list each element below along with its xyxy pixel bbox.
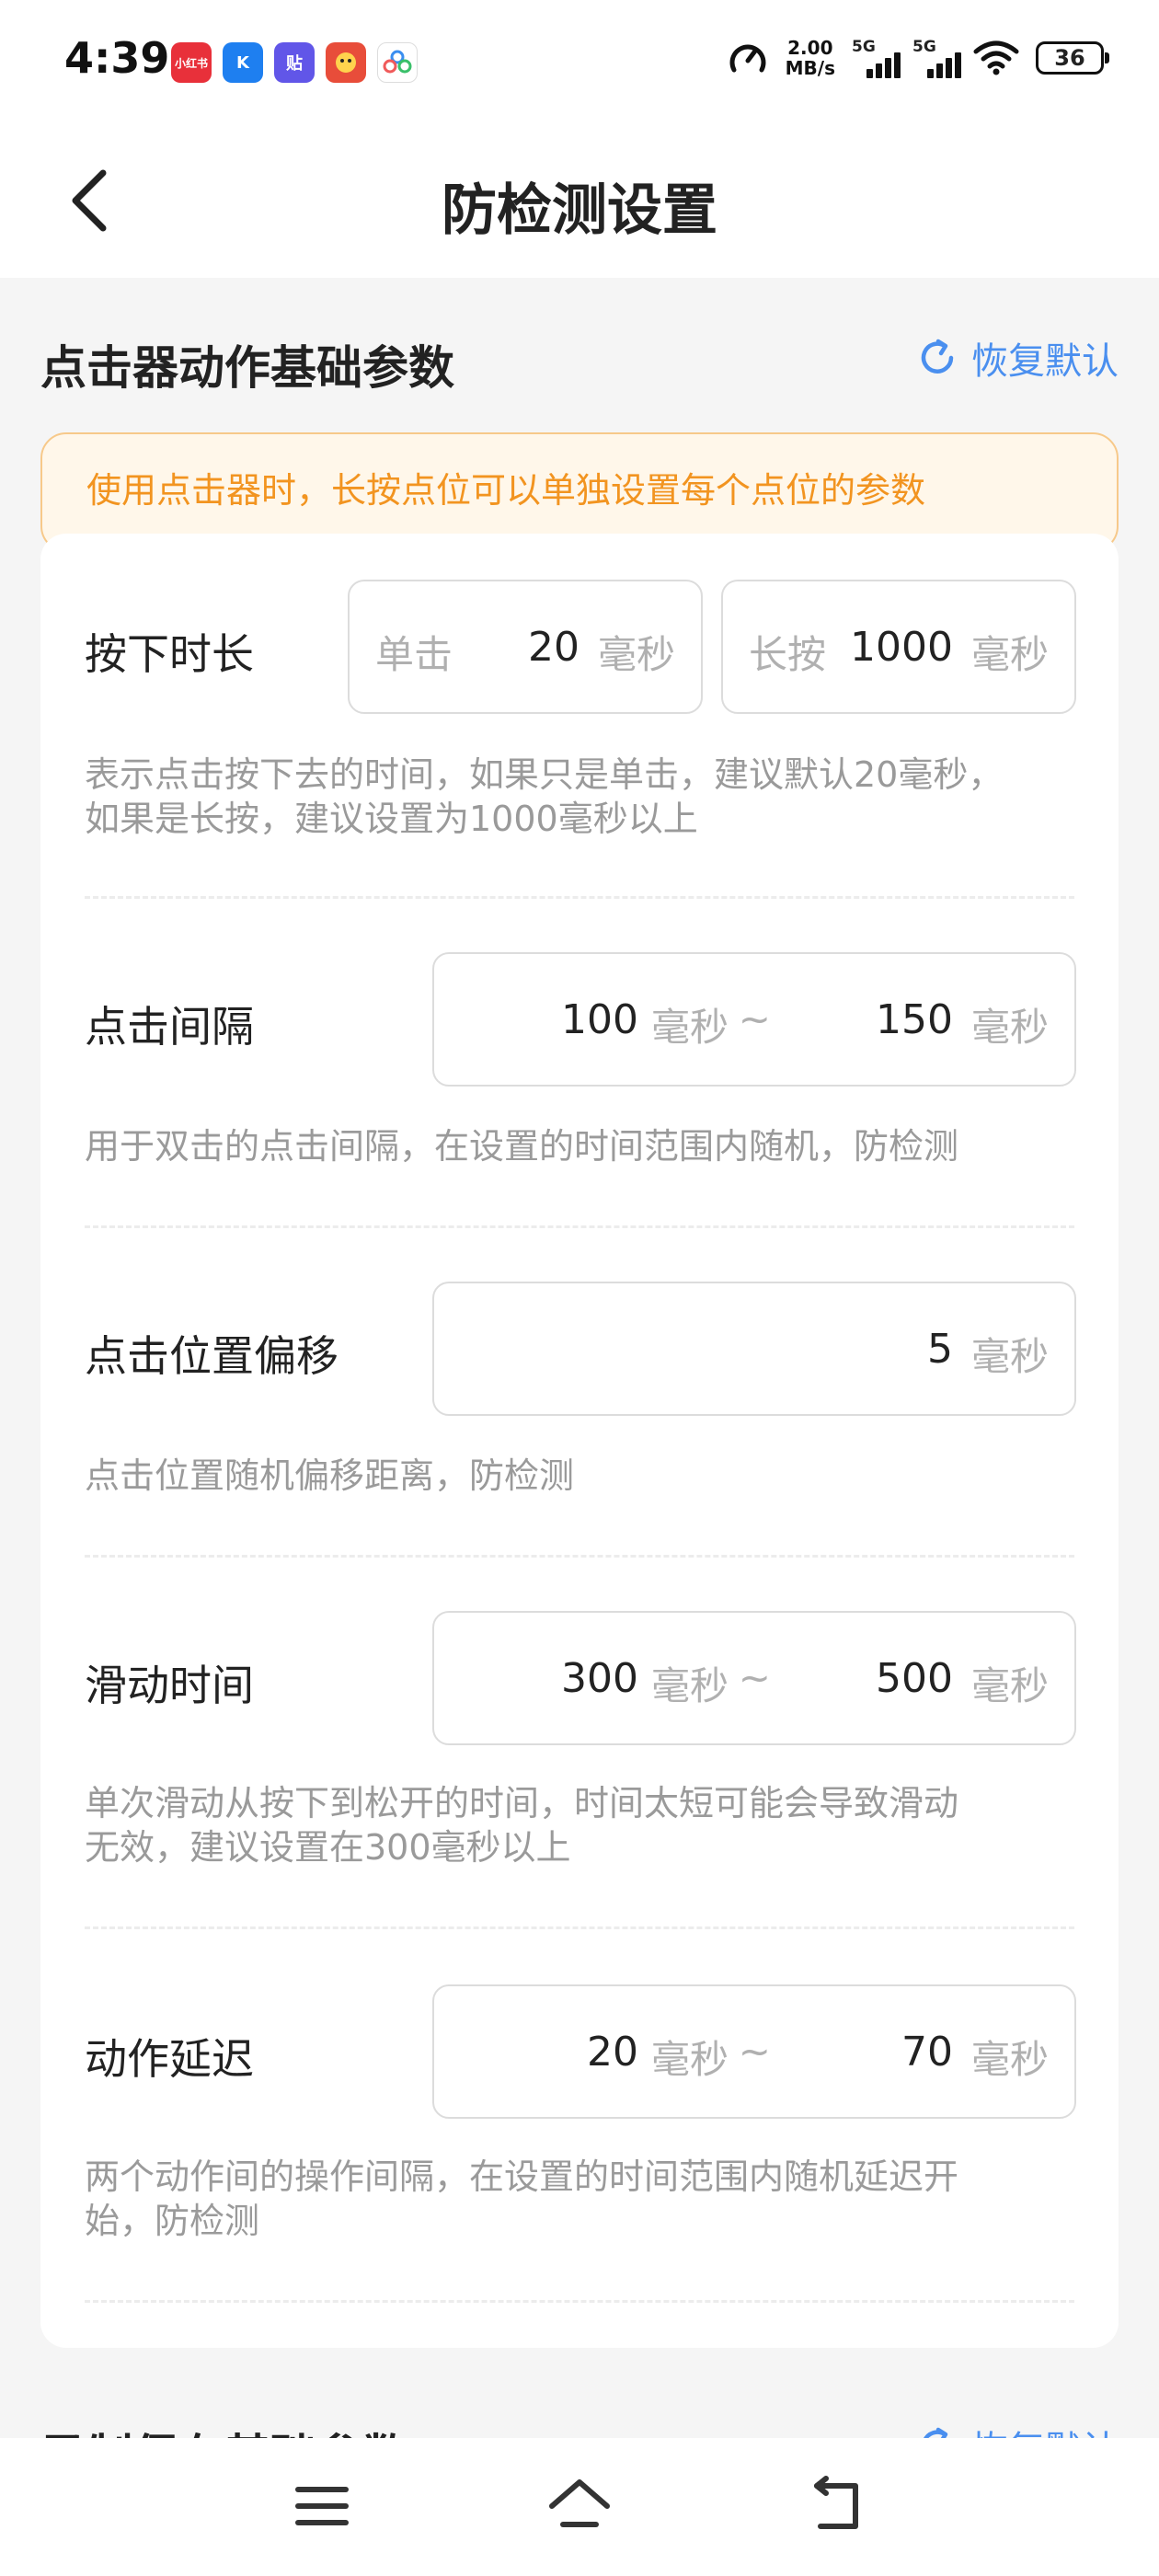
xiaohongshu-icon: 小红书 [171, 42, 212, 83]
unit-label: 毫秒 [970, 632, 1049, 677]
divider [85, 1926, 1074, 1929]
click-interval-range-input[interactable]: 100 毫秒 ~ 150 毫秒 [432, 952, 1076, 1087]
settings-card: 按下时长 单击 20 毫秒 长按 1000 毫秒 表示点击按下去的时间，如果只是… [40, 534, 1119, 2348]
action-delay-range-input[interactable]: 20 毫秒 ~ 70 毫秒 [432, 1984, 1076, 2119]
page-title: 防检测设置 [442, 178, 717, 243]
delay-max-value: 70 [901, 2029, 953, 2076]
status-indicators: 2.00 MB/s 5G 5G 36 [727, 37, 1109, 79]
title-bar: 防检测设置 [0, 129, 1159, 278]
home-nav-button[interactable] [543, 2469, 616, 2543]
status-bar: 4:39 小红书 K 贴 2.00 MB/s 5G 5G 36 [0, 0, 1159, 129]
system-nav-bar [0, 2438, 1159, 2576]
home-icon [549, 2479, 610, 2527]
offset-value: 5 [927, 1326, 953, 1373]
signal-icon-2: 5G [912, 38, 961, 78]
k-app-icon: K [223, 42, 263, 83]
cloud-app-icon [377, 42, 418, 83]
back-nav-button[interactable] [800, 2469, 874, 2543]
menu-icon [295, 2487, 349, 2525]
unit-label: 毫秒 [650, 1663, 729, 1708]
single-click-value: 20 [528, 624, 580, 671]
divider [85, 1225, 1074, 1228]
refresh-icon [921, 339, 954, 374]
unit-label: 毫秒 [970, 1663, 1049, 1708]
unit-label: 毫秒 [650, 1005, 729, 1050]
click-interval-label: 点击间隔 [85, 1002, 254, 1052]
notice-text: 使用点击器时，长按点位可以单独设置每个点位的参数 [86, 470, 926, 511]
action-delay-label: 动作延迟 [85, 2034, 254, 2084]
speedometer-icon [729, 44, 766, 73]
network-speed: 2.00 MB/s [785, 37, 835, 79]
swipe-time-desc: 单次滑动从按下到松开的时间，时间太短可能会导致滑动 无效，建议设置在300毫秒以… [85, 1783, 959, 1868]
unit-label: 毫秒 [970, 2037, 1049, 2082]
swipe-time-range-input[interactable]: 300 毫秒 ~ 500 毫秒 [432, 1611, 1076, 1745]
divider [85, 896, 1074, 899]
divider [85, 2300, 1074, 2303]
game-app-icon [326, 42, 366, 83]
press-duration-label: 按下时长 [85, 629, 254, 679]
range-tilde: ~ [738, 996, 771, 1041]
swipe-time-label: 滑动时间 [85, 1661, 254, 1710]
single-click-duration-input[interactable]: 单击 20 毫秒 [348, 580, 703, 714]
tie-app-icon: 贴 [274, 42, 315, 83]
interval-max-value: 150 [876, 996, 953, 1043]
status-time: 4:39 [64, 33, 170, 83]
long-press-prefix: 长按 [749, 632, 827, 677]
press-duration-desc: 表示点击按下去的时间，如果只是单击，建议默认20毫秒， 如果是长按，建议设置为1… [85, 754, 1004, 839]
long-press-value: 1000 [850, 624, 953, 671]
long-press-duration-input[interactable]: 长按 1000 毫秒 [721, 580, 1076, 714]
unit-label: 毫秒 [597, 632, 675, 677]
range-tilde: ~ [738, 2029, 771, 2074]
delay-min-value: 20 [587, 2029, 638, 2076]
unit-label: 毫秒 [650, 2037, 729, 2082]
position-offset-input[interactable]: 5 毫秒 [432, 1282, 1076, 1416]
position-offset-label: 点击位置偏移 [85, 1331, 339, 1381]
menu-nav-button[interactable] [285, 2469, 359, 2543]
range-tilde: ~ [738, 1655, 771, 1700]
notification-icons: 小红书 K 贴 [171, 42, 418, 83]
return-icon [814, 2476, 858, 2529]
signal-icon-1: 5G [852, 38, 901, 78]
restore-default-button[interactable]: 恢复默认 [916, 331, 1119, 385]
action-delay-desc: 两个动作间的操作间隔，在设置的时间范围内随机延迟开 始，防检测 [85, 2156, 959, 2241]
divider [85, 1555, 1074, 1558]
battery-icon: 36 [1036, 41, 1109, 75]
position-offset-desc: 点击位置随机偏移距离，防检测 [85, 1455, 575, 1496]
unit-label: 毫秒 [970, 1005, 1049, 1050]
unit-label: 毫秒 [970, 1334, 1049, 1379]
restore-default-label: 恢复默认 [971, 340, 1119, 383]
swipe-min-value: 300 [561, 1655, 638, 1702]
section-title-click-params: 点击器动作基础参数 [40, 341, 454, 395]
swipe-max-value: 500 [876, 1655, 953, 1702]
click-interval-desc: 用于双击的点击间隔，在设置的时间范围内随机，防检测 [85, 1126, 959, 1167]
single-click-prefix: 单击 [375, 632, 453, 677]
interval-min-value: 100 [561, 996, 638, 1043]
wifi-icon [973, 40, 1019, 75]
